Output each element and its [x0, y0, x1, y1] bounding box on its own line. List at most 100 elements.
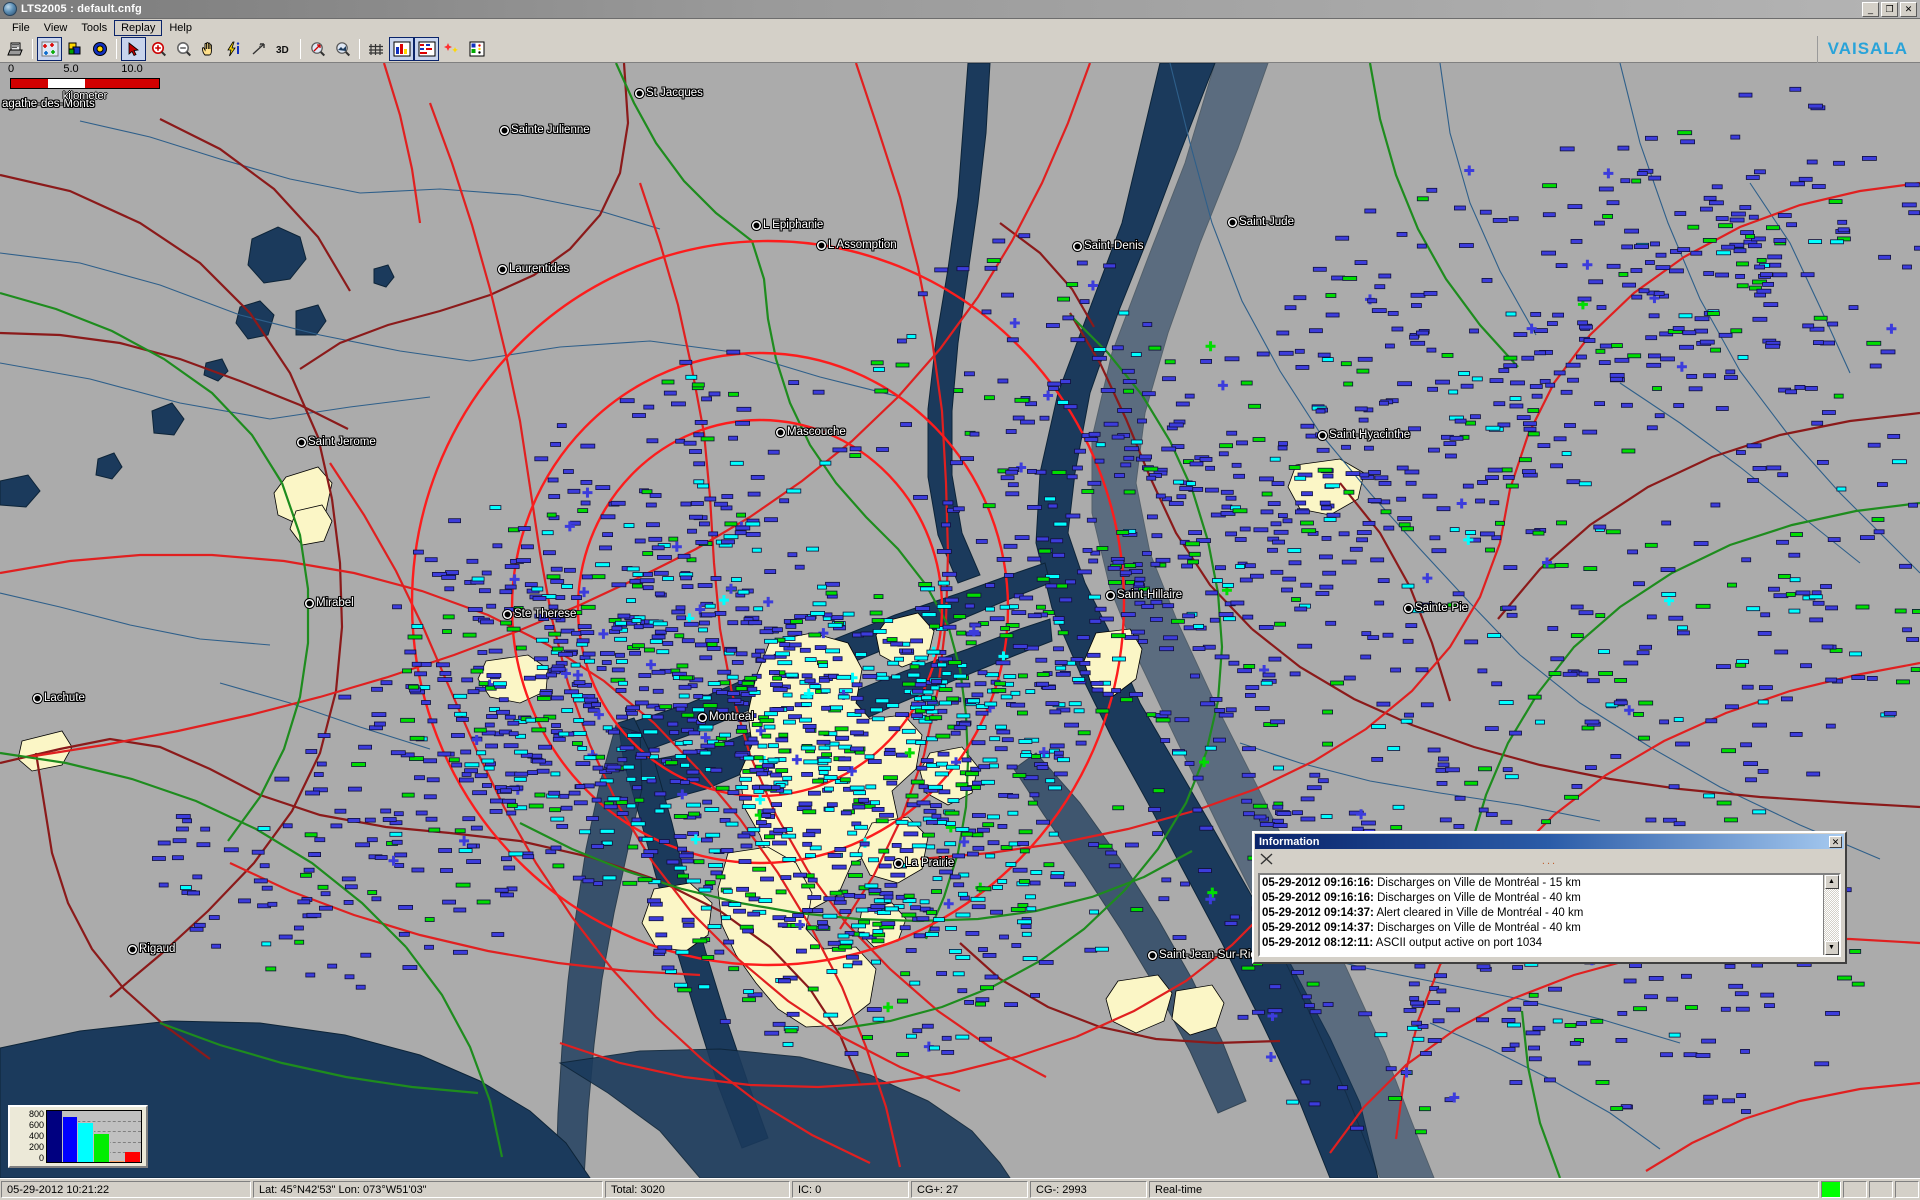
- city-marker[interactable]: Rigaud: [128, 943, 175, 955]
- discharge-negative-marker: [941, 522, 951, 528]
- discharge-negative-marker: [1602, 213, 1613, 219]
- discharge-negative-marker: [1092, 355, 1107, 361]
- sparkle-icon[interactable]: [439, 37, 464, 61]
- discharge-negative-marker: [1478, 766, 1492, 772]
- discharge-negative-marker: [1409, 996, 1420, 1001]
- discharge-negative-marker: [1374, 475, 1389, 481]
- discharge-negative-marker: [330, 823, 343, 829]
- discharge-negative-marker: [616, 714, 628, 720]
- discharge-negative-marker: [764, 638, 778, 644]
- menu-item-replay[interactable]: Replay: [114, 19, 163, 36]
- minimize-button[interactable]: _: [1862, 1, 1879, 17]
- measure-distance-icon[interactable]: z: [246, 37, 271, 61]
- discharge-negative-marker: [1005, 429, 1017, 434]
- city-marker[interactable]: Saint-Jude: [1228, 216, 1294, 228]
- city-marker[interactable]: Sainte Julienne: [500, 124, 590, 136]
- zoom-out-icon[interactable]: [171, 37, 196, 61]
- city-marker[interactable]: Mirabel: [305, 597, 354, 609]
- zoom-extent-icon[interactable]: [305, 37, 330, 61]
- discharge-negative-marker: [1694, 328, 1708, 334]
- zoom-in-icon[interactable]: [146, 37, 171, 61]
- discharge-negative-marker: [1788, 552, 1801, 558]
- discharge-negative-marker: [1672, 326, 1685, 331]
- pointer-icon[interactable]: [121, 37, 146, 61]
- menu-item-view[interactable]: View: [37, 20, 75, 36]
- discharge-negative-marker: [1356, 368, 1370, 374]
- city-marker[interactable]: Saint-Hyacinthe: [1318, 429, 1410, 441]
- discharge-negative-marker: [809, 684, 822, 689]
- discharge-negative-marker: [1469, 328, 1479, 334]
- information-list[interactable]: 05-29-2012 09:16:16: Discharges on Ville…: [1258, 873, 1841, 957]
- discharge-negative-marker: [1065, 513, 1081, 519]
- discharge-negative-marker: [1142, 322, 1153, 327]
- palette-icon[interactable]: [464, 37, 489, 61]
- discharge-negative-marker: [1790, 532, 1803, 537]
- information-window[interactable]: Information ✕ ... 05-29-2012 09:16:16: D…: [1252, 831, 1847, 964]
- layers-icon[interactable]: [62, 37, 87, 61]
- map-canvas[interactable]: agathe-des-Monts St Jacques Sainte Julienn…: [0, 63, 1920, 1178]
- discharge-negative-marker: [1878, 254, 1891, 260]
- scroll-up-arrow[interactable]: ▲: [1824, 875, 1839, 889]
- city-marker[interactable]: Lachute: [33, 692, 85, 704]
- zoom-previous-icon[interactable]: [330, 37, 355, 61]
- histogram-icon[interactable]: [389, 37, 414, 61]
- discharge-negative-marker: [1509, 1080, 1523, 1085]
- discharge-negative-marker: [261, 885, 273, 891]
- city-marker[interactable]: Mascouche: [776, 426, 846, 438]
- information-row[interactable]: 05-29-2012 09:16:16: Discharges on Ville…: [1262, 891, 1823, 906]
- discharge-negative-marker: [1716, 250, 1731, 256]
- close-button[interactable]: ✕: [1900, 1, 1917, 17]
- strike-density-icon[interactable]: [414, 37, 439, 61]
- discharge-negative-marker: [874, 388, 889, 394]
- strike-info-icon[interactable]: [221, 37, 246, 61]
- discharge-negative-marker: [786, 1011, 800, 1017]
- discharge-histogram-legend[interactable]: 800 600 400 200 0: [8, 1105, 148, 1168]
- maximize-button[interactable]: ❐: [1881, 1, 1898, 17]
- city-marker[interactable]: Ste Therese: [503, 608, 576, 620]
- information-row[interactable]: 05-29-2012 09:16:16: Discharges on Ville…: [1262, 876, 1823, 891]
- discharge-negative-marker: [1330, 680, 1344, 686]
- scroll-down-arrow[interactable]: ▼: [1824, 941, 1839, 955]
- information-close-button[interactable]: ✕: [1829, 835, 1842, 848]
- discharge-negative-marker: [496, 709, 510, 715]
- alarm-zone-icon[interactable]: [87, 37, 112, 61]
- print-icon[interactable]: [3, 37, 28, 61]
- information-titlebar[interactable]: Information ✕: [1255, 834, 1844, 849]
- menu-item-file[interactable]: File: [5, 20, 37, 36]
- discharge-negative-marker: [1504, 774, 1519, 780]
- city-marker[interactable]: L Assomption: [817, 239, 897, 251]
- grid-icon[interactable]: [364, 37, 389, 61]
- menu-item-help[interactable]: Help: [162, 20, 199, 36]
- menu-item-tools[interactable]: Tools: [74, 20, 114, 36]
- information-scrollbar[interactable]: ▲ ▼: [1823, 875, 1839, 955]
- three-d-icon[interactable]: 3D: [271, 37, 296, 61]
- add-layer-icon[interactable]: [37, 37, 62, 61]
- discharge-negative-marker: [1320, 814, 1333, 819]
- city-marker[interactable]: Montreal: [698, 711, 754, 723]
- city-marker[interactable]: Saint Jerome: [297, 436, 376, 448]
- city-marker[interactable]: L Epiphanie: [752, 219, 823, 231]
- discharge-negative-marker: [839, 777, 851, 783]
- information-row[interactable]: 05-29-2012 08:12:11: ASCII output active…: [1262, 936, 1823, 951]
- discharge-negative-marker: [1439, 817, 1452, 823]
- discharge-negative-marker: [1411, 1020, 1422, 1026]
- city-marker[interactable]: La Prairie: [894, 857, 954, 869]
- city-marker[interactable]: St Jacques: [635, 87, 703, 99]
- city-marker[interactable]: Saint-Hillaire: [1106, 589, 1182, 601]
- discharge-negative-marker: [1035, 657, 1048, 663]
- discharge-negative-marker: [665, 627, 679, 632]
- city-marker[interactable]: Sainte-Pie: [1404, 602, 1468, 614]
- city-marker[interactable]: Laurentides: [498, 263, 569, 275]
- discharge-negative-marker: [1748, 214, 1759, 220]
- discharge-negative-marker: [979, 1036, 992, 1042]
- discharge-negative-marker: [506, 810, 517, 816]
- pan-hand-icon[interactable]: [196, 37, 221, 61]
- discharge-negative-marker: [481, 570, 492, 576]
- scrollbar-track[interactable]: [1824, 889, 1839, 941]
- discharge-negative-marker: [439, 671, 452, 676]
- information-row[interactable]: 05-29-2012 09:14:37: Discharges on Ville…: [1262, 921, 1823, 936]
- discharge-negative-marker: [1464, 639, 1479, 645]
- information-row[interactable]: 05-29-2012 09:14:37: Alert cleared in Vi…: [1262, 906, 1823, 921]
- city-marker[interactable]: Saint-Denis: [1073, 240, 1143, 252]
- discharge-negative-marker: [611, 582, 627, 588]
